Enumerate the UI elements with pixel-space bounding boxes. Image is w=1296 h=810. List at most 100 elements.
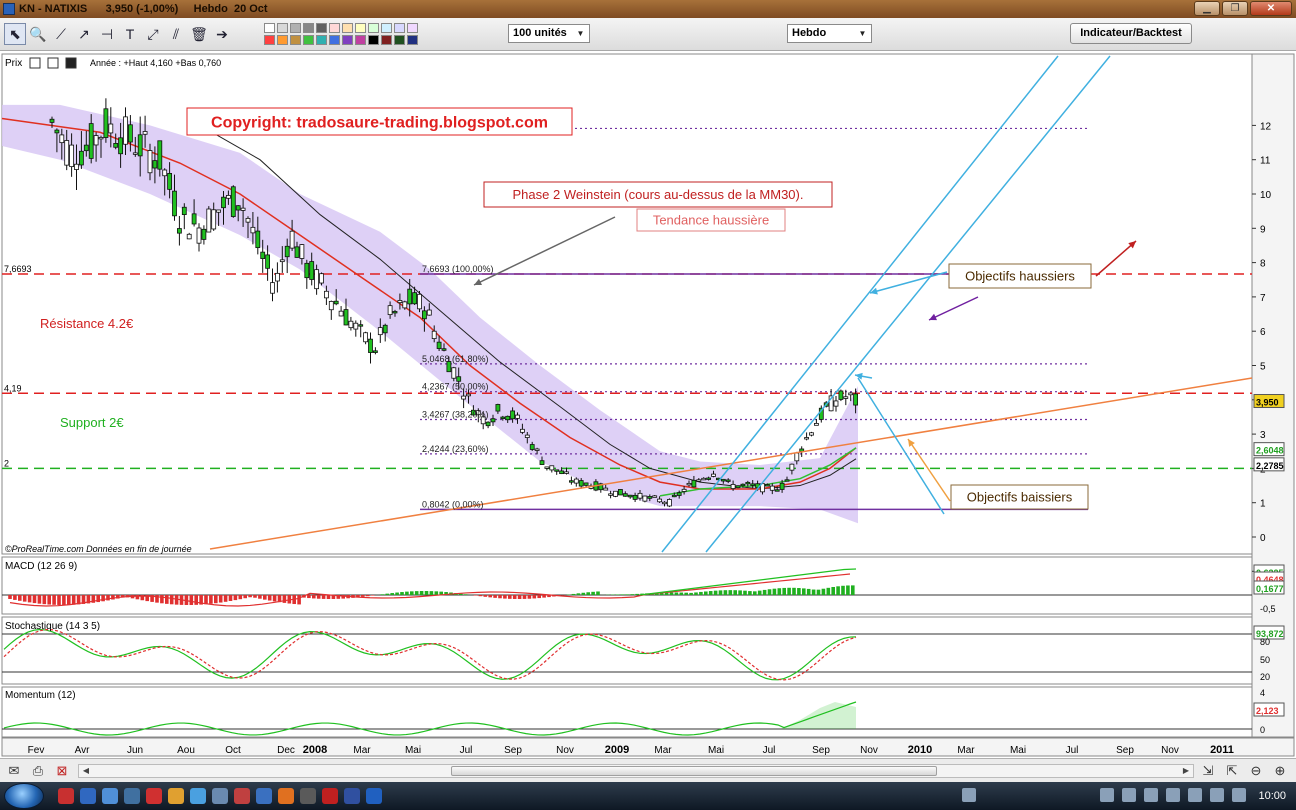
x-tick-label: Jul	[1066, 745, 1079, 756]
macd-bar	[493, 595, 497, 598]
period-select[interactable]: Hebdo ▼	[787, 24, 872, 43]
app-icon-13[interactable]	[322, 788, 338, 804]
palette-swatch[interactable]	[342, 23, 353, 33]
macd-bar	[782, 587, 786, 595]
palette-swatch[interactable]	[264, 23, 275, 33]
macd-bar	[699, 591, 703, 595]
palette-swatch[interactable]	[368, 23, 379, 33]
app-icon-2[interactable]	[80, 788, 96, 804]
macd-bar	[214, 595, 218, 604]
chart-area[interactable]: Fev Avr Jun Aou Oct Dec 2008 Mar Mai Jul Sep Nov 200…	[0, 52, 1296, 758]
palette-swatch[interactable]	[407, 35, 418, 45]
palette-swatch[interactable]	[342, 35, 353, 45]
candle-body	[402, 301, 408, 309]
app-icon-14[interactable]	[344, 788, 360, 804]
tray-icon-8[interactable]	[1232, 788, 1246, 802]
fibonacci-icon[interactable]: ⤢	[142, 23, 164, 45]
price-panel-label: Prix	[5, 58, 22, 69]
app-icon-8[interactable]	[212, 788, 228, 804]
candle-body	[93, 135, 99, 146]
units-select[interactable]: 100 unités ▼	[508, 24, 590, 43]
line-icon[interactable]: ⟋	[50, 23, 72, 45]
channel-icon[interactable]: ⫽	[165, 23, 187, 45]
x-tick-label: Mar	[957, 745, 975, 756]
app-icon-12[interactable]	[300, 788, 316, 804]
app-icon-10[interactable]	[256, 788, 272, 804]
zoom-in-icon[interactable]: ⊕	[1270, 762, 1290, 780]
palette-swatch[interactable]	[394, 23, 405, 33]
restore-button[interactable]: ❐	[1222, 1, 1248, 16]
tray-icon-2[interactable]	[1100, 788, 1114, 802]
tray-icon-4[interactable]	[1144, 788, 1158, 802]
delete-drawing-icon[interactable]: ⊠	[52, 762, 72, 780]
trash-icon[interactable]: 🗑	[188, 23, 210, 45]
app-icon-9[interactable]	[234, 788, 250, 804]
momentum-label: Momentum (12)	[5, 690, 76, 701]
macd-bar	[851, 585, 855, 595]
palette-swatch[interactable]	[264, 35, 275, 45]
chart-svg[interactable]: Fev Avr Jun Aou Oct Dec 2008 Mar Mai Jul Sep Nov 200…	[0, 52, 1296, 758]
candle-body	[260, 251, 266, 259]
scroll-left-icon[interactable]: ◀	[79, 765, 93, 777]
arrow-icon[interactable]: ➔	[211, 23, 233, 45]
minimize-button[interactable]: ▁	[1194, 1, 1220, 16]
palette-swatch[interactable]	[381, 35, 392, 45]
palette-swatch[interactable]	[355, 23, 366, 33]
zoom-icon[interactable]: 🔍	[27, 23, 49, 45]
palette-swatch[interactable]	[329, 23, 340, 33]
tray-icon-1[interactable]	[962, 788, 976, 802]
app-icon-3[interactable]	[102, 788, 118, 804]
macd-panel[interactable]	[1, 556, 1253, 615]
horizontal-scrollbar[interactable]: ◀ ▶	[78, 764, 1194, 778]
palette-swatch[interactable]	[277, 35, 288, 45]
palette-swatch[interactable]	[303, 35, 314, 45]
tray-icon-5[interactable]	[1166, 788, 1180, 802]
drawing-tools: ⬉ 🔍 ⟋ ↗ ⊣ T ⤢ ⫽ 🗑 ➔	[4, 23, 233, 45]
momentum-tick-4: 4	[1260, 688, 1265, 698]
app-icon-4[interactable]	[124, 788, 140, 804]
tray-icon-6[interactable]	[1188, 788, 1202, 802]
palette-swatch[interactable]	[368, 35, 379, 45]
app-icon-1[interactable]	[58, 788, 74, 804]
start-button[interactable]	[4, 783, 44, 809]
ray-icon[interactable]: ↗	[73, 23, 95, 45]
palette-swatch[interactable]	[277, 23, 288, 33]
macd-bar	[52, 595, 56, 605]
tray-icon-7[interactable]	[1210, 788, 1224, 802]
app-icon-6[interactable]	[168, 788, 184, 804]
print-icon[interactable]: ⎙	[28, 762, 48, 780]
palette-swatch[interactable]	[290, 35, 301, 45]
palette-swatch[interactable]	[316, 23, 327, 33]
palette-swatch[interactable]	[329, 35, 340, 45]
palette-swatch[interactable]	[303, 23, 314, 33]
app-icon-7[interactable]	[190, 788, 206, 804]
fibonacci-label: 7,6693 (100,00%)	[422, 264, 494, 274]
app-icon-5[interactable]	[146, 788, 162, 804]
shrink-icon[interactable]: ⇱	[1222, 762, 1242, 780]
palette-swatch[interactable]	[290, 23, 301, 33]
palette-swatch[interactable]	[355, 35, 366, 45]
mail-icon[interactable]: ✉	[4, 762, 24, 780]
app-icon-15[interactable]	[366, 788, 382, 804]
tray-icon-3[interactable]	[1122, 788, 1136, 802]
palette-swatch[interactable]	[407, 23, 418, 33]
expand-icon[interactable]: ⇲	[1198, 762, 1218, 780]
app-icon-11[interactable]	[278, 788, 294, 804]
zoom-out-icon[interactable]: ⊖	[1246, 762, 1266, 780]
x-tick-label: Oct	[225, 745, 241, 756]
candle-body	[686, 482, 692, 486]
scroll-right-icon[interactable]: ▶	[1179, 765, 1193, 777]
palette-swatch[interactable]	[394, 35, 405, 45]
indicator-backtest-button[interactable]: Indicateur/Backtest	[1070, 23, 1192, 44]
close-button[interactable]: ✕	[1250, 1, 1292, 16]
candle-body	[377, 327, 383, 336]
palette-swatch[interactable]	[381, 23, 392, 33]
scroll-thumb[interactable]	[451, 766, 937, 776]
palette-swatch[interactable]	[316, 35, 327, 45]
text-icon[interactable]: T	[119, 23, 141, 45]
cursor-icon[interactable]: ⬉	[4, 23, 26, 45]
window-controls: ▁ ❐ ✕	[1194, 1, 1292, 16]
color-palette[interactable]	[263, 22, 418, 46]
horizontal-line-icon[interactable]: ⊣	[96, 23, 118, 45]
time-axis	[1, 737, 1295, 757]
